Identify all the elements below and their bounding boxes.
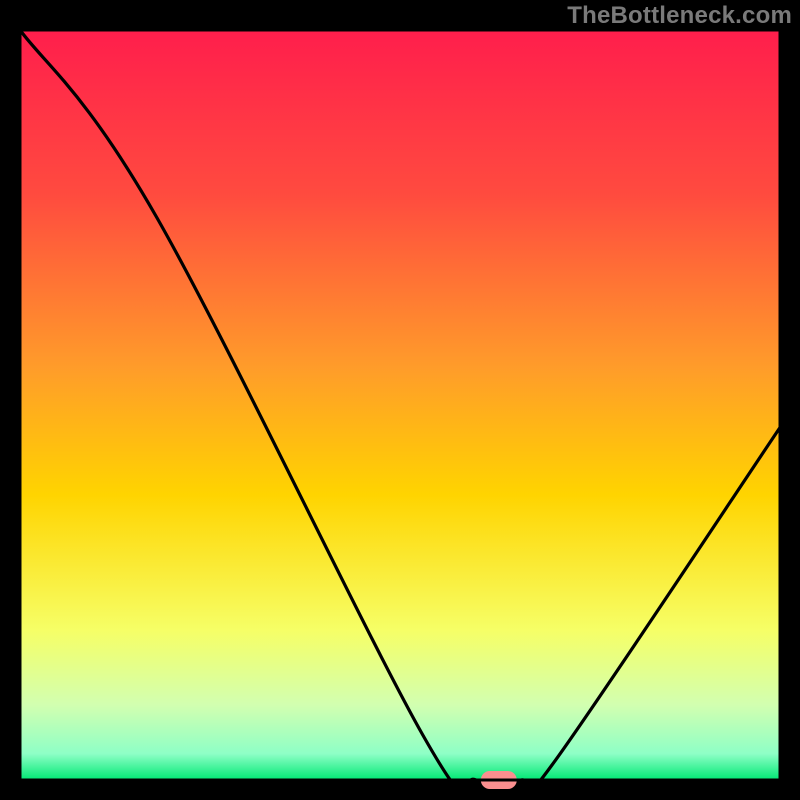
watermark-text: TheBottleneck.com — [567, 2, 792, 30]
plot-background — [20, 30, 780, 780]
chart-container: { "watermark": "TheBottleneck.com", "cha… — [0, 0, 800, 800]
chart-svg — [0, 0, 800, 800]
